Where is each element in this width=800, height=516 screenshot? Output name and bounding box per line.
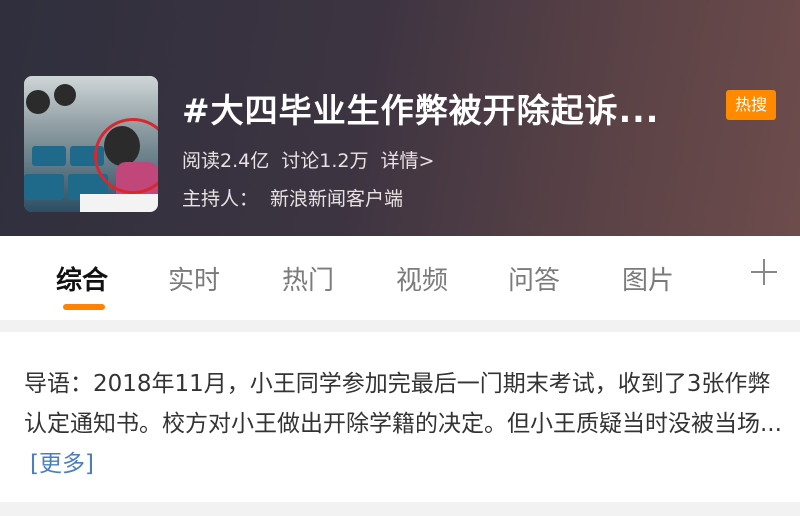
hot-badge: 热搜 (726, 90, 776, 120)
intro-body: 导语：2018年11月，小王同学参加完最后一门期末考试，收到了3张作弊认定通知书… (24, 371, 782, 437)
details-link[interactable]: 详情> (381, 150, 435, 172)
tab-qa[interactable]: 问答 (508, 260, 560, 297)
tab-realtime[interactable]: 实时 (168, 260, 220, 297)
tab-hot[interactable]: 热门 (282, 260, 334, 297)
intro-text: 导语：2018年11月，小王同学参加完最后一门期末考试，收到了3张作弊认定通知书… (24, 364, 784, 484)
tab-images[interactable]: 图片 (622, 260, 674, 297)
topic-header: #大四毕业生作弊被开除起诉... 热搜 阅读2.4亿 讨论1.2万 详情> 主持… (0, 0, 800, 236)
intro-card: 导语：2018年11月，小王同学参加完最后一门期末考试，收到了3张作弊认定通知书… (0, 332, 800, 502)
topic-thumbnail[interactable] (24, 76, 158, 212)
topic-title: #大四毕业生作弊被开除起诉... (182, 91, 660, 130)
tab-video[interactable]: 视频 (396, 260, 448, 297)
topic-stats: 阅读2.4亿 讨论1.2万 详情> (182, 146, 440, 173)
host-name[interactable]: 新浪新闻客户端 (270, 188, 403, 210)
active-tab-indicator (63, 304, 105, 310)
discussion-count: 讨论1.2万 (281, 150, 369, 172)
tab-bar: 综合 实时 热门 视频 问答 图片 (0, 236, 800, 320)
read-count: 阅读2.4亿 (182, 150, 270, 172)
tab-comprehensive[interactable]: 综合 (56, 260, 108, 297)
host-label: 主持人： (182, 188, 259, 210)
topic-host: 主持人： 新浪新闻客户端 (182, 184, 403, 211)
more-link[interactable]: [更多] (30, 451, 94, 477)
plus-icon[interactable] (748, 256, 780, 288)
